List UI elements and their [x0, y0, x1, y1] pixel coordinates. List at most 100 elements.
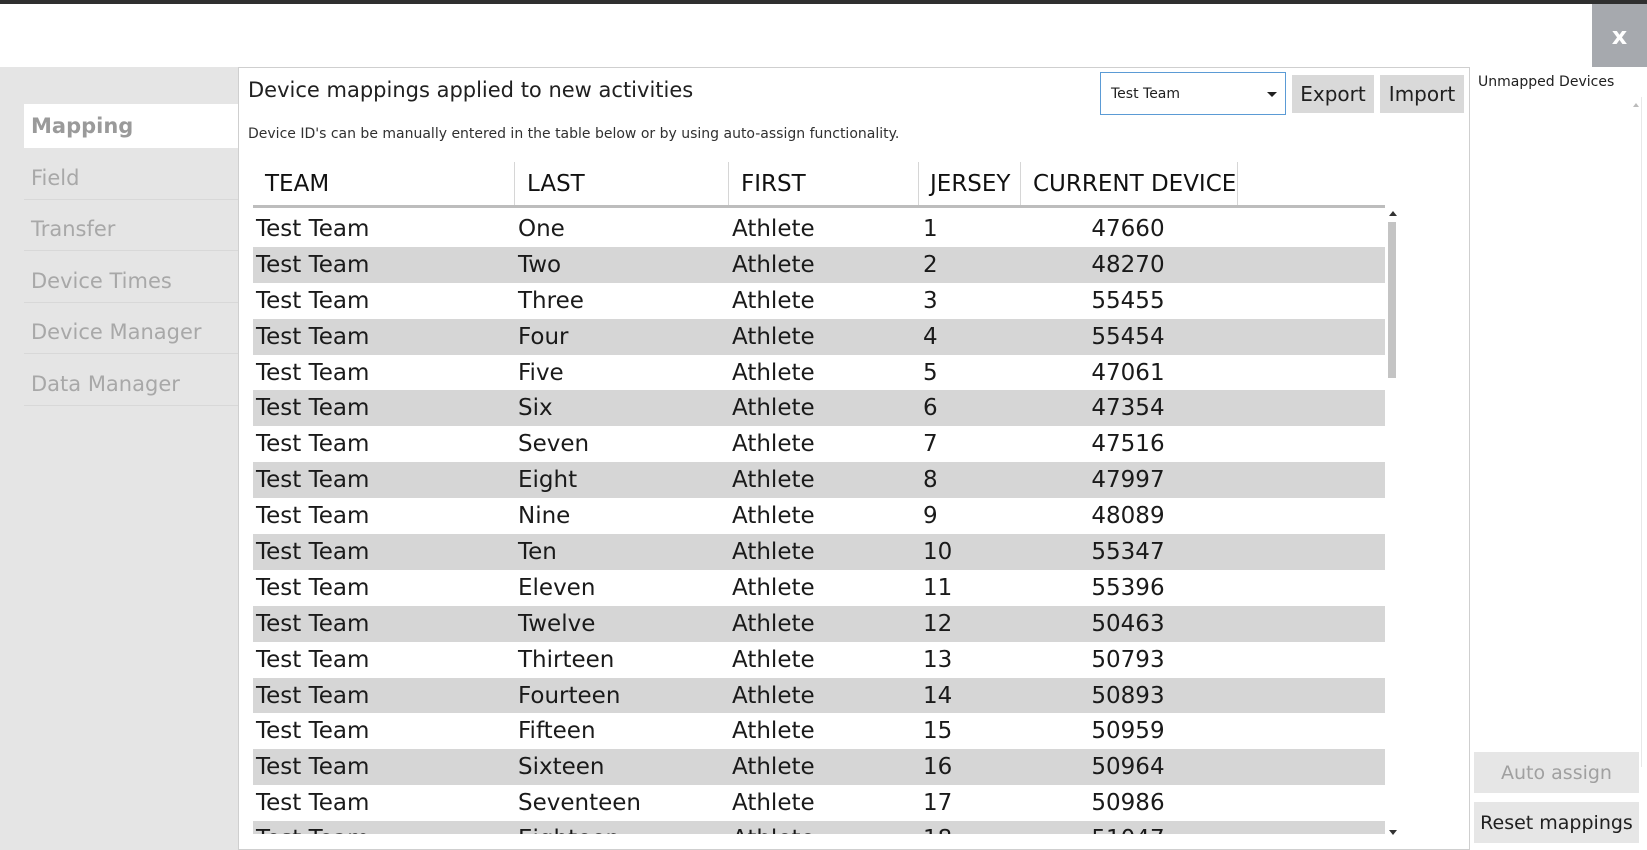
- cell-current-device[interactable]: 47061: [1034, 355, 1222, 391]
- table-row[interactable]: Test Team Ten Athlete 10 55347: [253, 534, 1385, 570]
- table-scrollbar[interactable]: [1387, 208, 1399, 838]
- table-row[interactable]: Test Team Twelve Athlete 12 50463: [253, 605, 1385, 642]
- close-button[interactable]: x: [1592, 4, 1647, 67]
- scroll-up-icon[interactable]: [1389, 211, 1397, 216]
- cell-current-device[interactable]: 55396: [1034, 570, 1222, 606]
- reset-mappings-button[interactable]: Reset mappings: [1474, 802, 1639, 843]
- cell-first: Athlete: [732, 682, 815, 709]
- mapping-panel: Device mappings applied to new activitie…: [238, 67, 1470, 850]
- sidebar-item-field[interactable]: Field: [24, 156, 238, 200]
- table-row[interactable]: Test Team Thirteen Athlete 13 50793: [253, 642, 1385, 678]
- table-row[interactable]: Test Team Four Athlete 4 55454: [253, 318, 1385, 355]
- cell-current-device[interactable]: 50964: [1034, 749, 1222, 785]
- cell-first: Athlete: [732, 718, 815, 745]
- table-row[interactable]: Test Team Two Athlete 2 48270: [253, 246, 1385, 283]
- page-title: Device mappings applied to new activitie…: [248, 78, 694, 102]
- cell-current-device[interactable]: 51047: [1034, 821, 1222, 834]
- cell-last: Eight: [518, 467, 578, 494]
- cell-current-device[interactable]: 55454: [1034, 319, 1222, 355]
- column-header-current-device[interactable]: CURRENT DEVICE: [1021, 162, 1238, 205]
- cell-jersey: 17: [923, 790, 953, 817]
- cell-first: Athlete: [732, 359, 815, 386]
- scroll-down-icon[interactable]: [1389, 830, 1397, 835]
- sidebar-item-data-manager[interactable]: Data Manager: [24, 362, 238, 406]
- cell-team: Test Team: [256, 323, 370, 350]
- cell-first: Athlete: [732, 323, 815, 350]
- cell-last: Four: [518, 323, 569, 350]
- cell-current-device[interactable]: 50893: [1034, 678, 1222, 714]
- import-button[interactable]: Import: [1380, 75, 1464, 113]
- cell-first: Athlete: [732, 467, 815, 494]
- cell-current-device[interactable]: 47516: [1034, 426, 1222, 462]
- cell-jersey: 7: [923, 431, 938, 458]
- cell-current-device[interactable]: 47660: [1034, 211, 1222, 247]
- cell-jersey: 15: [923, 718, 953, 745]
- cell-last: Eleven: [518, 574, 596, 601]
- cell-current-device[interactable]: 50793: [1034, 642, 1222, 678]
- cell-jersey: 11: [923, 574, 953, 601]
- table-row[interactable]: Test Team One Athlete 1 47660: [253, 211, 1385, 247]
- sidebar: Mapping Field Transfer Device Times Devi…: [0, 67, 238, 850]
- table-row[interactable]: Test Team Eight Athlete 8 47997: [253, 462, 1385, 499]
- cell-team: Test Team: [256, 287, 370, 314]
- cell-first: Athlete: [732, 646, 815, 673]
- table-row[interactable]: Test Team Three Athlete 3 55455: [253, 283, 1385, 319]
- cell-current-device[interactable]: 55455: [1034, 283, 1222, 319]
- cell-last: Nine: [518, 503, 571, 530]
- dropdown-arrow-icon: [1267, 92, 1277, 97]
- cell-jersey: 16: [923, 754, 953, 781]
- cell-team: Test Team: [256, 610, 370, 637]
- table-row[interactable]: Test Team Seventeen Athlete 17 50986: [253, 785, 1385, 821]
- table-row[interactable]: Test Team Nine Athlete 9 48089: [253, 498, 1385, 534]
- team-select-value: Test Team: [1111, 85, 1181, 102]
- page-subtitle: Device ID's can be manually entered in t…: [248, 126, 900, 142]
- scrollbar-thumb[interactable]: [1388, 222, 1396, 378]
- cell-current-device[interactable]: 47997: [1034, 462, 1222, 498]
- table-row[interactable]: Test Team Five Athlete 5 47061: [253, 355, 1385, 391]
- team-select[interactable]: Test Team: [1100, 72, 1286, 115]
- cell-last: Seven: [518, 431, 590, 458]
- column-header-first[interactable]: FIRST: [729, 162, 919, 205]
- cell-first: Athlete: [732, 754, 815, 781]
- table-row[interactable]: Test Team Fourteen Athlete 14 50893: [253, 677, 1385, 714]
- cell-last: Fifteen: [518, 718, 596, 745]
- cell-first: Athlete: [732, 287, 815, 314]
- cell-current-device[interactable]: 50986: [1034, 785, 1222, 821]
- cell-last: Two: [518, 251, 562, 278]
- table-row[interactable]: Test Team Eighteen Athlete 18 51047: [253, 821, 1385, 834]
- sidebar-item-device-manager[interactable]: Device Manager: [24, 310, 238, 354]
- list-scroll-up-icon[interactable]: [1633, 103, 1639, 107]
- cell-team: Test Team: [256, 682, 370, 709]
- table-row[interactable]: Test Team Six Athlete 6 47354: [253, 390, 1385, 427]
- sidebar-item-mapping[interactable]: Mapping: [24, 104, 238, 148]
- cell-team: Test Team: [256, 574, 370, 601]
- unmapped-devices-list[interactable]: [1474, 97, 1642, 767]
- sidebar-item-transfer[interactable]: Transfer: [24, 207, 238, 251]
- cell-current-device[interactable]: 47354: [1034, 390, 1222, 426]
- cell-first: Athlete: [732, 395, 815, 422]
- cell-team: Test Team: [256, 215, 370, 242]
- table-row[interactable]: Test Team Eleven Athlete 11 55396: [253, 570, 1385, 606]
- cell-team: Test Team: [256, 503, 370, 530]
- cell-current-device[interactable]: 50959: [1034, 713, 1222, 749]
- cell-current-device[interactable]: 48089: [1034, 498, 1222, 534]
- cell-current-device[interactable]: 50463: [1034, 606, 1222, 642]
- cell-jersey: 2: [923, 251, 938, 278]
- cell-current-device[interactable]: 55347: [1034, 534, 1222, 570]
- auto-assign-button[interactable]: Auto assign: [1474, 752, 1639, 793]
- cell-current-device[interactable]: 48270: [1034, 247, 1222, 283]
- table-row[interactable]: Test Team Sixteen Athlete 16 50964: [253, 749, 1385, 786]
- sidebar-item-device-times[interactable]: Device Times: [24, 259, 238, 303]
- export-button[interactable]: Export: [1292, 75, 1374, 113]
- column-header-last[interactable]: LAST: [515, 162, 729, 205]
- column-header-team[interactable]: TEAM: [253, 162, 515, 205]
- cell-first: Athlete: [732, 431, 815, 458]
- cell-jersey: 13: [923, 646, 953, 673]
- table-row[interactable]: Test Team Seven Athlete 7 47516: [253, 426, 1385, 462]
- column-header-jersey[interactable]: JERSEY: [919, 162, 1021, 205]
- cell-jersey: 12: [923, 610, 953, 637]
- cell-jersey: 5: [923, 359, 938, 386]
- cell-jersey: 14: [923, 682, 953, 709]
- table-row[interactable]: Test Team Fifteen Athlete 15 50959: [253, 713, 1385, 749]
- cell-jersey: 10: [923, 538, 953, 565]
